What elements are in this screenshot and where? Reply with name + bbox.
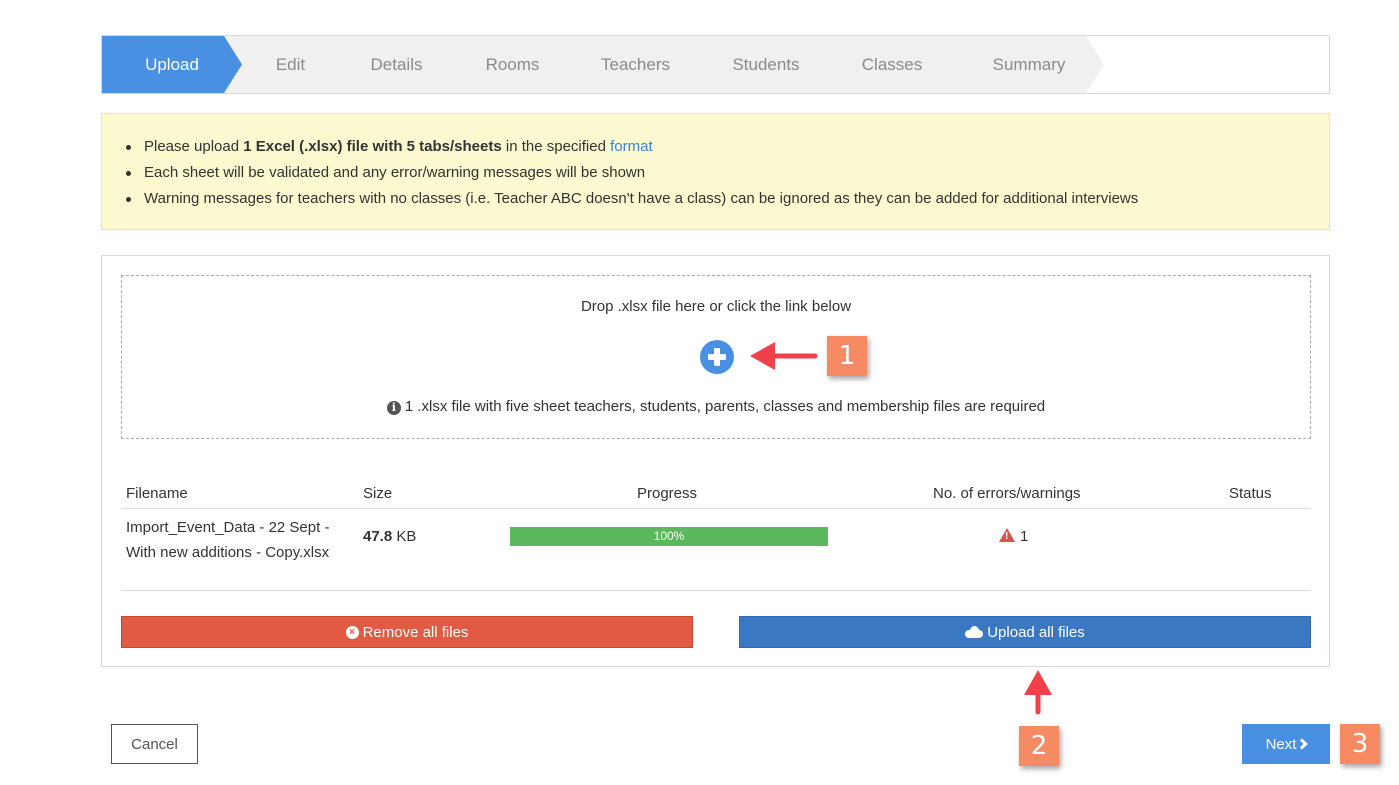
callout-badge-2: 2 — [1019, 726, 1059, 766]
annotation-arrows — [750, 342, 1052, 715]
step-label: Upload — [145, 54, 199, 74]
arrow-2 — [1024, 670, 1052, 715]
step-upload[interactable]: Upload — [102, 36, 242, 93]
callout-badge-1: 1 — [827, 336, 867, 376]
callout-badge-3: 3 — [1340, 724, 1380, 764]
arrow-1 — [750, 342, 818, 370]
